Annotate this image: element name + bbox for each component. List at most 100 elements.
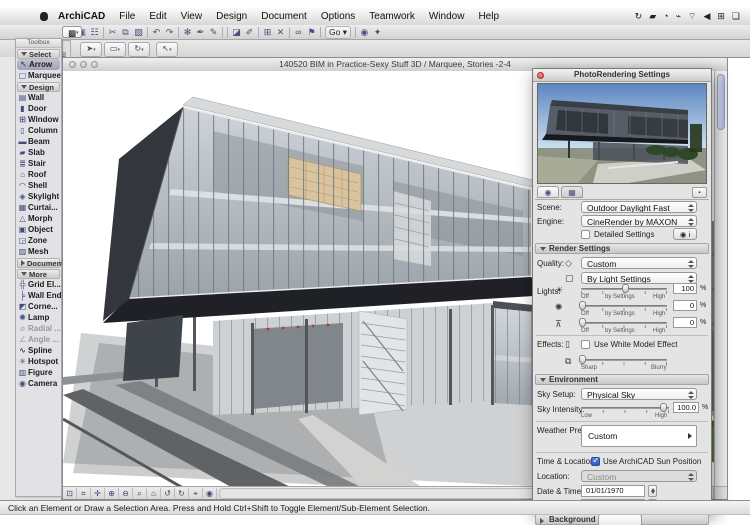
schedule-icon[interactable]: ⊞: [261, 26, 274, 38]
slider-thumb[interactable]: [622, 284, 629, 293]
tool-spline[interactable]: ∿Spline: [16, 345, 61, 356]
walk-icon[interactable]: ✦: [371, 26, 384, 38]
pencil-icon[interactable]: ✎: [207, 26, 220, 38]
copy-icon[interactable]: ⧉: [119, 26, 132, 38]
sun-light-slider[interactable]: [581, 284, 667, 293]
marquee-options-button[interactable]: ▭: [104, 42, 126, 57]
sun-light-value[interactable]: 100: [673, 283, 697, 294]
clock-menu-icon[interactable]: ◔: [663, 11, 668, 22]
apple-menu-icon[interactable]: [40, 12, 48, 21]
tool-grid-element[interactable]: ╬Grid El...: [16, 279, 61, 290]
paste-icon[interactable]: ▨: [132, 26, 145, 38]
settings-tab[interactable]: ◉: [537, 186, 559, 198]
tool-wall-end[interactable]: ╞Wall End: [16, 290, 61, 301]
bluetooth-menu-icon[interactable]: ⌁: [676, 11, 681, 22]
date-input[interactable]: 01/01/1970: [581, 485, 645, 497]
white-model-checkbox[interactable]: [581, 340, 590, 349]
toolbox-section-document[interactable]: Document: [17, 258, 60, 268]
tool-beam[interactable]: ▬Beam: [16, 136, 61, 147]
menu-archicad[interactable]: ArchiCAD: [58, 11, 112, 22]
input-menu-icon[interactable]: ⊞: [717, 11, 725, 22]
vertical-scrollbar[interactable]: [714, 71, 727, 486]
engine-dropdown[interactable]: CineRender by MAXON: [581, 215, 697, 227]
tool-wall[interactable]: ▤Wall: [16, 92, 61, 103]
slider-thumb[interactable]: [660, 403, 667, 412]
tool-object[interactable]: ▣Object: [16, 224, 61, 235]
menu-options[interactable]: Options: [314, 11, 362, 22]
slider-thumb[interactable]: [579, 355, 586, 364]
cursor-tool-button[interactable]: ↖: [156, 42, 178, 57]
menu-window[interactable]: Window: [422, 11, 472, 22]
tool-curtain-wall[interactable]: ▦Curtai...: [16, 202, 61, 213]
go-dropdown[interactable]: Go ▾: [325, 26, 351, 39]
redo-icon[interactable]: ↷: [163, 26, 176, 38]
pickup-parameters-icon[interactable]: ✐: [243, 26, 256, 38]
scrollbar-thumb[interactable]: [717, 74, 725, 130]
sun-position-checkbox[interactable]: [591, 457, 600, 466]
tool-slab[interactable]: ▰Slab: [16, 147, 61, 158]
zoom-box-icon[interactable]: ⌗: [77, 488, 91, 499]
sync-menu-icon[interactable]: ↻: [635, 11, 643, 22]
favorites-icon[interactable]: ✻: [181, 26, 194, 38]
pan-icon[interactable]: ✛: [91, 488, 105, 499]
lamp-light-slider[interactable]: [581, 301, 667, 310]
weather-preset-box[interactable]: Custom: [581, 425, 697, 447]
menu-edit[interactable]: Edit: [142, 11, 173, 22]
tool-marquee[interactable]: ▢Marquee: [16, 70, 61, 81]
fit-in-window-icon[interactable]: ⊡: [63, 488, 77, 499]
tool-morph[interactable]: △Morph: [16, 213, 61, 224]
spot-light-slider[interactable]: [581, 318, 667, 327]
menu-teamwork[interactable]: Teamwork: [362, 11, 422, 22]
zoom-in-icon[interactable]: ⊕: [105, 488, 119, 499]
link-icon[interactable]: ∞: [292, 26, 305, 38]
orbit-options-button[interactable]: ↻: [128, 42, 150, 57]
volume-menu-icon[interactable]: ◀: [703, 11, 710, 22]
tool-corner-window[interactable]: ◩Corne...: [16, 301, 61, 312]
toolbox-section-design[interactable]: Design: [17, 82, 60, 92]
tool-mesh[interactable]: ▨Mesh: [16, 246, 61, 257]
pen-icon[interactable]: ✒: [194, 26, 207, 38]
detailed-settings-checkbox[interactable]: [581, 230, 590, 239]
tool-stair[interactable]: ≣Stair: [16, 158, 61, 169]
detach-preview-button[interactable]: ▪: [692, 187, 707, 198]
sky-intensity-slider[interactable]: [581, 403, 669, 412]
menu-design[interactable]: Design: [209, 11, 254, 22]
home-view-icon[interactable]: ⌂: [147, 488, 161, 499]
blur-slider[interactable]: [581, 355, 667, 364]
tool-lamp[interactable]: ✺Lamp: [16, 312, 61, 323]
tool-camera[interactable]: ◉Camera: [16, 378, 61, 389]
tool-roof[interactable]: ⌂Roof: [16, 169, 61, 180]
quality-dropdown[interactable]: Custom: [581, 257, 697, 269]
render-settings-header[interactable]: Render Settings: [535, 243, 709, 254]
lamp-light-value[interactable]: 0: [673, 300, 697, 311]
delete-icon[interactable]: ✕: [274, 26, 287, 38]
tool-shell[interactable]: ◠Shell: [16, 180, 61, 191]
walk-mode-icon[interactable]: ⌖: [189, 488, 203, 499]
toolbox-section-select[interactable]: Select: [17, 49, 60, 59]
tool-column[interactable]: ▯Column: [16, 125, 61, 136]
cut-icon[interactable]: ✂: [106, 26, 119, 38]
environment-header[interactable]: Environment: [535, 374, 709, 385]
orbit-icon[interactable]: ↻: [175, 488, 189, 499]
spot-light-value[interactable]: 0: [673, 317, 697, 328]
tool-arrow[interactable]: ↖Arrow: [17, 59, 60, 70]
tool-zone[interactable]: ◲Zone: [16, 235, 61, 246]
eraser-icon[interactable]: ◪: [230, 26, 243, 38]
scene-dropdown[interactable]: Outdoor Daylight Fast: [581, 201, 697, 213]
tool-window[interactable]: ⊞Window: [16, 114, 61, 125]
screen-views-icon[interactable]: ▩: [62, 26, 82, 38]
arrow-options-button[interactable]: ➤: [80, 42, 102, 57]
menu-view[interactable]: View: [174, 11, 210, 22]
menu-help[interactable]: Help: [471, 11, 506, 22]
undo-icon[interactable]: ↶: [150, 26, 163, 38]
flag-icon[interactable]: ⚑: [305, 26, 318, 38]
tool-skylight[interactable]: ◈Skylight: [16, 191, 61, 202]
palette-titlebar[interactable]: PhotoRendering Settings: [533, 69, 711, 82]
slider-thumb[interactable]: [579, 301, 586, 310]
tool-figure[interactable]: ▥Figure: [16, 367, 61, 378]
print-icon[interactable]: ☷: [88, 26, 101, 38]
render-icon[interactable]: ◉: [358, 26, 371, 38]
magnify-icon[interactable]: ⌕: [133, 488, 147, 499]
rotate-left-icon[interactable]: ↺: [161, 488, 175, 499]
render-button-partial[interactable]: [598, 514, 642, 525]
